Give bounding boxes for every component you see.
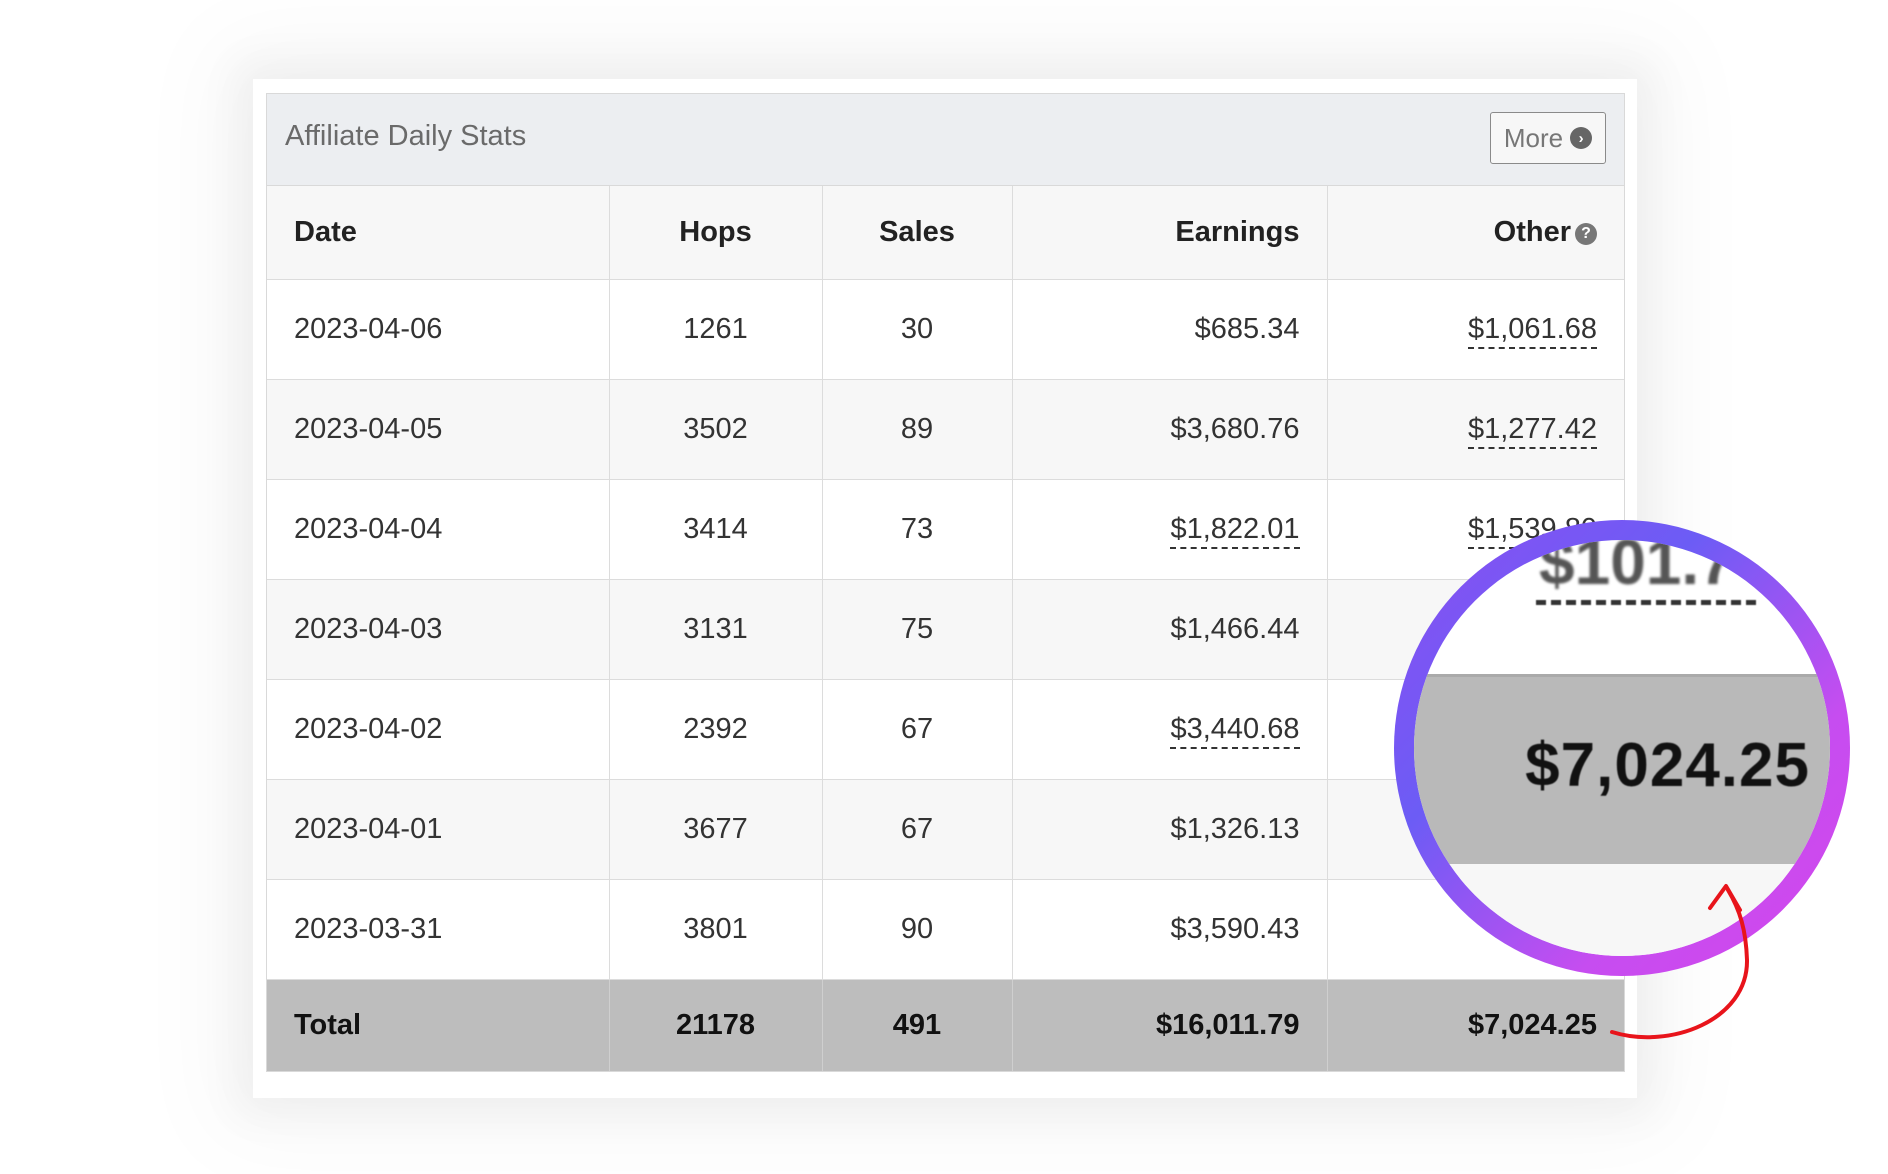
- cell-earnings: $3,440.68: [1011, 679, 1327, 780]
- column-header-hops[interactable]: Hops: [608, 186, 822, 280]
- cell-sales: 90: [821, 879, 1012, 980]
- chevron-right-circle-icon: ›: [1570, 127, 1593, 149]
- table-row: 2023-04-05 3502 89 $3,680.76 $1,277.42: [267, 379, 1624, 480]
- other-value-tooltip[interactable]: $1,061.68: [1467, 312, 1597, 349]
- column-header-sales[interactable]: Sales: [821, 186, 1012, 280]
- cell-other: $1,061.68: [1326, 279, 1624, 380]
- total-hops: 21178: [608, 979, 822, 1071]
- cell-other: $1,277.42: [1326, 379, 1624, 480]
- panel-header: Affiliate Daily Stats More ›: [267, 94, 1624, 186]
- magnifier-total-band: $7,024.25: [1414, 674, 1830, 867]
- cell-sales: 89: [821, 379, 1012, 480]
- cell-earnings: $1,822.01: [1011, 479, 1327, 580]
- cell-hops: 3502: [608, 379, 822, 480]
- other-value-tooltip[interactable]: $1,277.42: [1467, 412, 1597, 449]
- cell-hops: 3414: [608, 479, 822, 580]
- cell-date: 2023-04-05: [267, 379, 609, 480]
- column-header-date[interactable]: Date: [267, 186, 609, 280]
- cell-hops: 2392: [608, 679, 822, 780]
- red-arrow-icon: [1610, 884, 1750, 1040]
- cell-earnings: $3,680.76: [1011, 379, 1327, 480]
- cell-hops: 3801: [608, 879, 822, 980]
- more-button-label: More: [1503, 122, 1564, 153]
- cell-date: 2023-04-03: [267, 579, 609, 680]
- cell-date: 2023-04-06: [267, 279, 609, 380]
- column-header-other-label: Other: [1493, 215, 1571, 248]
- earnings-value-tooltip[interactable]: $1,822.01: [1170, 512, 1300, 549]
- total-sales: 491: [821, 979, 1012, 1071]
- cell-date: 2023-03-31: [267, 879, 609, 980]
- cell-sales: 67: [821, 679, 1012, 780]
- cell-earnings: $3,590.43: [1011, 879, 1327, 980]
- earnings-value-tooltip[interactable]: $3,440.68: [1170, 712, 1300, 749]
- cell-hops: 3131: [608, 579, 822, 680]
- total-label: Total: [294, 1008, 362, 1041]
- table-row: 2023-04-04 3414 73 $1,822.01 $1,539.80: [267, 479, 1624, 580]
- cell-sales: 30: [821, 279, 1012, 380]
- cell-hops: 1261: [608, 279, 822, 380]
- panel-title: Affiliate Daily Stats: [285, 120, 527, 152]
- column-header-earnings[interactable]: Earnings: [1011, 186, 1327, 280]
- cell-earnings: $685.34: [1011, 279, 1327, 380]
- table-header-row: Date Hops Sales Earnings Other?: [267, 186, 1624, 280]
- question-circle-icon[interactable]: ?: [1575, 222, 1597, 245]
- more-button[interactable]: More ›: [1490, 112, 1606, 164]
- magnifier-total-value: $7,024.25: [1525, 731, 1810, 800]
- total-other: $7,024.25: [1326, 979, 1624, 1071]
- magnifier-previous-value: $101.7: [1539, 540, 1735, 598]
- magnifier-dashed-underline: [1536, 600, 1756, 605]
- total-earnings: $16,011.79: [1011, 979, 1327, 1071]
- cell-earnings: $1,326.13: [1011, 779, 1327, 880]
- cell-date: 2023-04-04: [267, 479, 609, 580]
- cell-sales: 75: [821, 579, 1012, 680]
- cell-date: 2023-04-01: [267, 779, 609, 880]
- cell-sales: 73: [821, 479, 1012, 580]
- cell-date: 2023-04-02: [267, 679, 609, 780]
- cell-earnings: $1,466.44: [1011, 579, 1327, 680]
- column-header-other[interactable]: Other?: [1326, 186, 1624, 280]
- cell-hops: 3677: [608, 779, 822, 880]
- table-row: 2023-04-06 1261 30 $685.34 $1,061.68: [267, 279, 1624, 380]
- total-row: Total 21178 491 $16,011.79 $7,024.25: [267, 979, 1624, 1071]
- cell-sales: 67: [821, 779, 1012, 880]
